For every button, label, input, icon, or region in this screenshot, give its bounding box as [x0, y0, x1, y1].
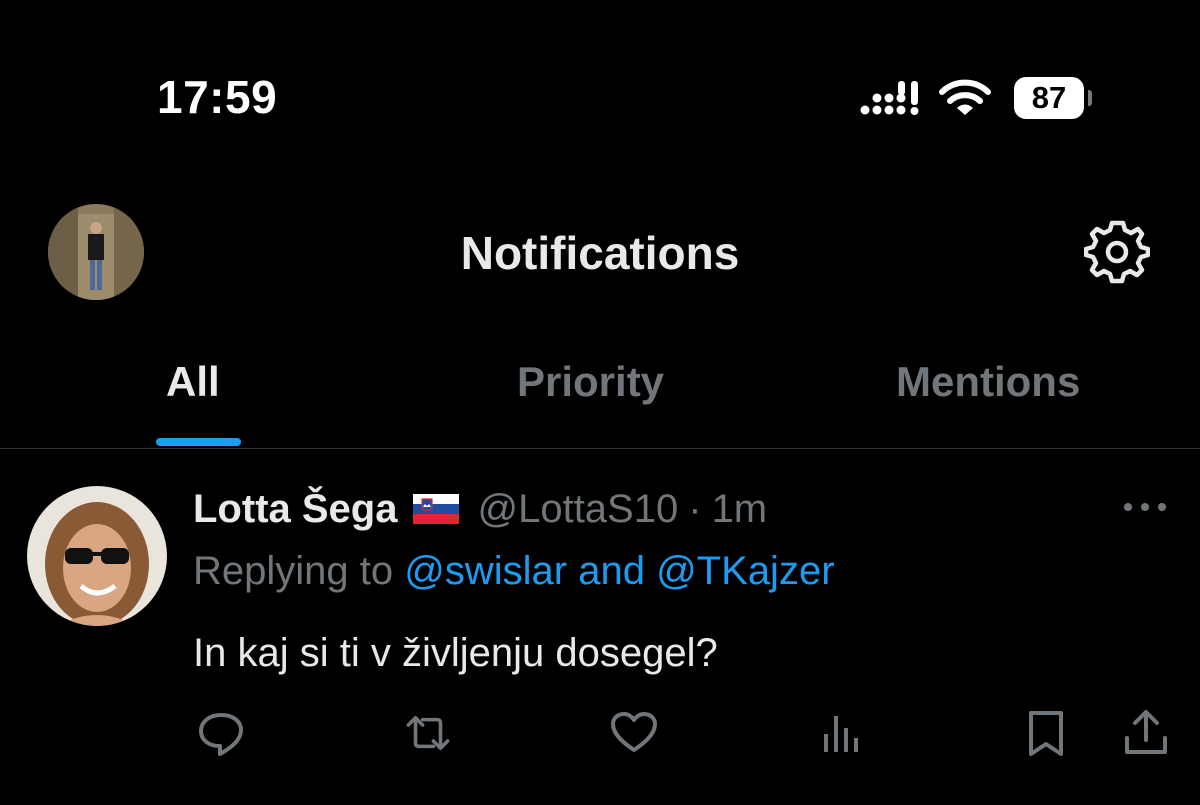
replying-to: Replying to @swislar and @TKajzer	[193, 549, 835, 594]
more-options-icon[interactable]	[1122, 495, 1168, 519]
battery-level: 87	[1031, 80, 1067, 115]
retweet-icon	[406, 716, 450, 750]
views-button[interactable]	[816, 708, 866, 758]
separator-dot: ·	[688, 486, 702, 531]
share-button[interactable]	[1121, 708, 1171, 758]
status-icons: 87	[858, 76, 1092, 120]
reply-button[interactable]	[196, 708, 246, 758]
author-avatar[interactable]	[27, 486, 167, 626]
views-icon	[824, 716, 858, 752]
mention-link-swislar[interactable]: @swislar	[404, 549, 567, 593]
tweet-header: Lotta Šega @LottaS10 · 1m	[193, 484, 767, 534]
reply-icon	[199, 713, 243, 756]
battery-indicator: 87	[1014, 77, 1092, 119]
page-title: Notifications	[460, 227, 740, 279]
slovenia-flag-icon	[413, 494, 460, 524]
wifi-icon	[939, 79, 991, 115]
author-handle[interactable]: @LottaS10	[477, 487, 678, 532]
notification-tabs: All Priority Mentions	[0, 350, 1200, 449]
active-tab-indicator	[156, 438, 241, 446]
heart-icon	[611, 712, 657, 752]
mention-link-tkajzer[interactable]: @TKajzer	[656, 549, 834, 593]
battery-nub	[1088, 90, 1092, 106]
author-name[interactable]: Lotta Šega	[193, 487, 397, 532]
tab-all[interactable]: All	[166, 350, 220, 448]
replying-to-label: Replying to	[193, 549, 394, 593]
retweet-button[interactable]	[403, 708, 453, 758]
notification-tweet[interactable]: Lotta Šega @LottaS10 · 1m Replying to @s…	[0, 449, 1200, 805]
gear-icon[interactable]	[1084, 218, 1150, 284]
replying-to-and: and	[578, 549, 645, 593]
tweet-text: In kaj si ti v življenju dosegel?	[193, 631, 718, 675]
cellular-signal-icon	[860, 81, 919, 115]
author-photo	[27, 486, 167, 626]
tab-priority[interactable]: Priority	[517, 350, 664, 448]
like-button[interactable]	[609, 708, 659, 758]
share-icon	[1125, 710, 1167, 754]
bookmark-icon	[1029, 711, 1063, 756]
tab-mentions[interactable]: Mentions	[896, 350, 1080, 448]
tweet-timestamp[interactable]: 1m	[712, 487, 768, 532]
bookmark-button[interactable]	[1021, 708, 1071, 758]
status-time: 17:59	[157, 71, 278, 123]
